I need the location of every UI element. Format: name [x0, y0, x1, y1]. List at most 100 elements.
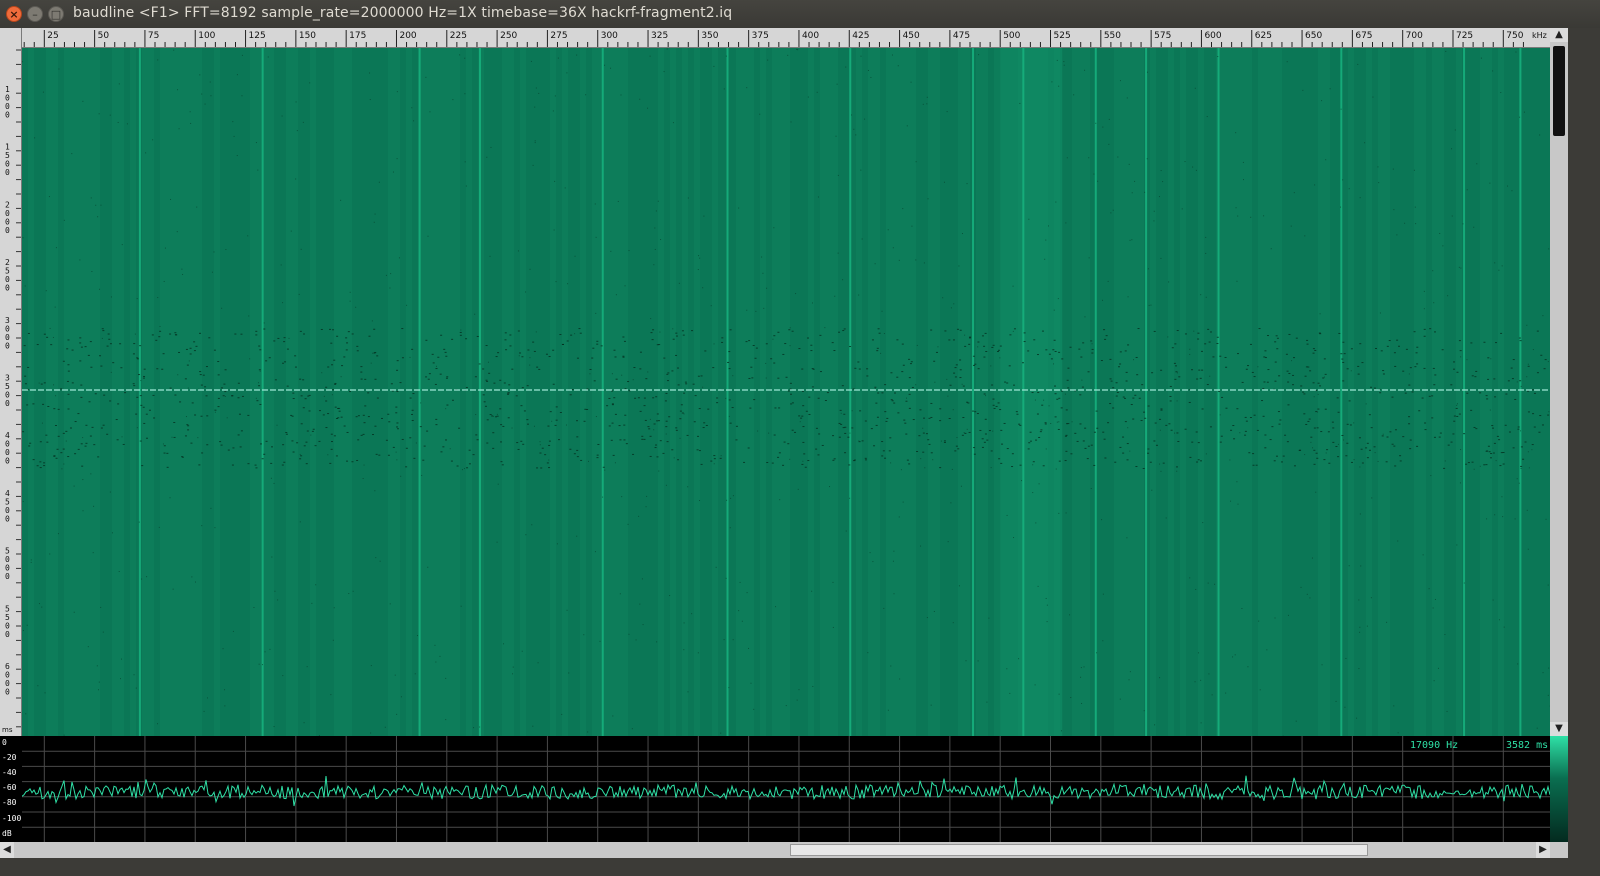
noise-speckle: [1328, 462, 1331, 464]
noise-speckle: [777, 377, 780, 379]
scroll-right-icon[interactable]: ▶: [1536, 842, 1550, 858]
horizontal-scroll-thumb[interactable]: [790, 844, 1368, 856]
ruler-tick-label: 125: [249, 31, 266, 41]
noise-speckle: [1473, 468, 1475, 470]
noise-speckle: [347, 331, 350, 333]
noise-speckle: [66, 380, 69, 382]
noise-speckle: [1486, 398, 1489, 400]
noise-speckle: [371, 320, 373, 322]
color-aperture-bar[interactable]: [1550, 736, 1568, 842]
noise-speckle: [1003, 422, 1006, 424]
noise-speckle: [425, 376, 428, 378]
noise-band: [676, 48, 682, 736]
noise-speckle: [1507, 185, 1509, 187]
noise-speckle: [295, 101, 297, 103]
noise-speckle: [1415, 223, 1417, 225]
noise-speckle: [1063, 64, 1065, 66]
scroll-up-icon[interactable]: ▲: [1550, 28, 1568, 42]
waterfall-spectrogram[interactable]: [22, 48, 1550, 736]
noise-speckle: [512, 673, 514, 675]
noise-speckle: [1312, 348, 1315, 350]
noise-band: [610, 48, 616, 736]
noise-speckle: [476, 439, 479, 441]
noise-speckle: [849, 432, 851, 434]
noise-speckle: [1433, 384, 1436, 386]
noise-band: [1432, 48, 1438, 736]
noise-speckle: [1119, 698, 1121, 700]
noise-band: [844, 48, 850, 736]
noise-speckle: [191, 402, 194, 404]
noise-speckle: [843, 413, 846, 415]
noise-speckle: [490, 146, 492, 148]
noise-speckle: [691, 613, 693, 615]
horizontal-scrollbar[interactable]: ◀ ▶: [0, 842, 1568, 858]
noise-speckle: [576, 357, 579, 359]
ruler-tick-label: 650: [1305, 31, 1322, 41]
noise-speckle: [1028, 218, 1030, 220]
noise-speckle: [335, 455, 338, 457]
vertical-scrollbar[interactable]: ▲ ▼: [1550, 28, 1568, 736]
noise-speckle: [236, 74, 238, 76]
noise-speckle: [771, 462, 774, 464]
noise-speckle: [60, 388, 63, 390]
noise-speckle: [1154, 422, 1157, 424]
noise-speckle: [320, 328, 323, 330]
noise-speckle: [794, 431, 797, 433]
noise-speckle: [1359, 626, 1361, 628]
noise-speckle: [1053, 339, 1056, 341]
noise-speckle: [1364, 142, 1366, 144]
noise-speckle: [1512, 447, 1515, 449]
minimize-button[interactable]: –: [27, 6, 43, 22]
vertical-scroll-thumb[interactable]: [1553, 46, 1565, 136]
noise-speckle: [201, 93, 203, 95]
noise-speckle: [1325, 452, 1327, 454]
noise-speckle: [1264, 350, 1267, 352]
noise-speckle: [658, 470, 660, 472]
scroll-down-icon[interactable]: ▼: [1550, 722, 1568, 736]
noise-speckle: [188, 360, 190, 362]
noise-speckle: [1388, 340, 1391, 342]
noise-speckle: [1413, 169, 1415, 171]
noise-speckle: [1050, 423, 1052, 425]
noise-speckle: [419, 426, 422, 428]
noise-speckle: [735, 425, 738, 427]
noise-speckle: [240, 430, 243, 432]
noise-speckle: [566, 340, 569, 342]
noise-speckle: [1393, 705, 1395, 707]
spectrum-display[interactable]: [22, 736, 1550, 842]
frequency-ruler[interactable]: 25 50 75 100 125 150 175 200 225 250 275 300 325 350 3…: [22, 28, 1550, 48]
noise-speckle: [373, 221, 375, 223]
noise-speckle: [28, 445, 31, 447]
noise-speckle: [1000, 462, 1003, 464]
noise-speckle: [1133, 359, 1135, 361]
noise-speckle: [1090, 444, 1093, 446]
noise-speckle: [1494, 396, 1497, 398]
noise-speckle: [845, 530, 847, 532]
noise-speckle: [1054, 351, 1057, 353]
noise-speckle: [152, 394, 155, 396]
noise-speckle: [702, 427, 705, 429]
noise-speckle: [1433, 680, 1435, 682]
noise-speckle: [240, 333, 243, 335]
noise-speckle: [1189, 353, 1191, 355]
noise-speckle: [262, 664, 264, 666]
noise-speckle: [529, 357, 531, 359]
close-button[interactable]: ×: [6, 6, 22, 22]
noise-speckle: [349, 391, 352, 393]
noise-speckle: [972, 355, 975, 357]
noise-speckle: [1439, 432, 1442, 434]
noise-speckle: [580, 459, 583, 461]
noise-band: [316, 48, 322, 736]
noise-speckle: [223, 383, 226, 385]
scroll-left-icon[interactable]: ◀: [0, 842, 14, 858]
noise-speckle: [1303, 413, 1306, 415]
maximize-button[interactable]: □: [48, 6, 64, 22]
noise-speckle: [933, 360, 936, 362]
noise-band: [556, 48, 562, 736]
noise-speckle: [949, 384, 952, 386]
noise-band: [1498, 48, 1504, 736]
noise-speckle: [1430, 475, 1432, 477]
noise-speckle: [110, 296, 112, 298]
noise-speckle: [1332, 441, 1335, 443]
noise-speckle: [692, 383, 695, 385]
